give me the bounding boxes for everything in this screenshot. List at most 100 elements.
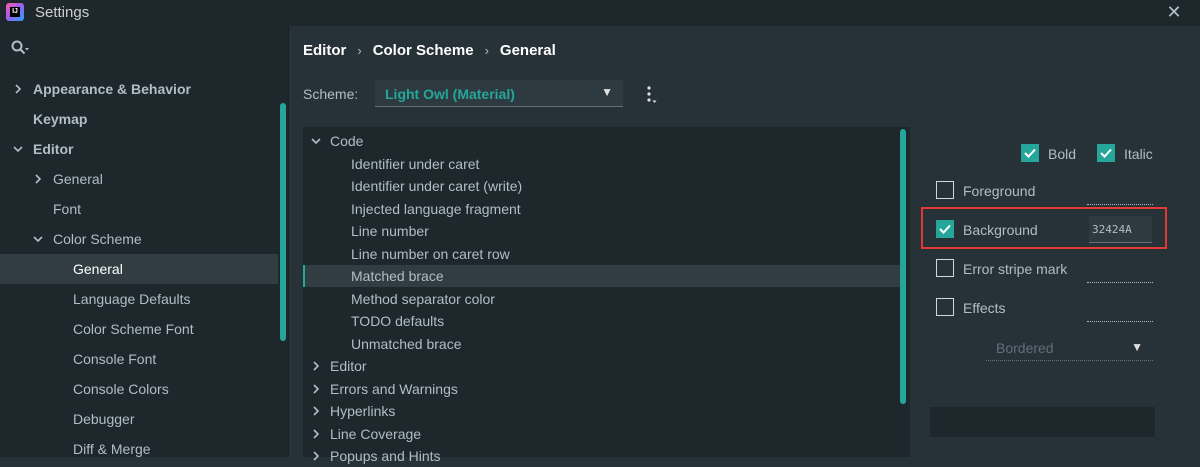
window-title: Settings [35, 4, 90, 21]
chevron-right-icon[interactable] [310, 378, 322, 400]
bold-checkbox[interactable] [1021, 144, 1039, 162]
bold-label: Bold [1048, 146, 1077, 162]
sidebar-item-label: Console Colors [73, 381, 169, 397]
option-editor[interactable]: Editor [303, 355, 900, 377]
effects-type-dropdown[interactable]: Bordered ▼ [986, 336, 1153, 361]
more-options-icon[interactable] [644, 83, 658, 105]
error-stripe-label: Error stripe mark [963, 261, 1068, 277]
foreground-color-field[interactable] [1087, 182, 1153, 205]
chevron-right-icon[interactable] [310, 445, 322, 467]
option-line-coverage[interactable]: Line Coverage [303, 423, 900, 445]
sidebar-item-debugger[interactable]: Debugger [0, 404, 278, 434]
chevron-down-icon: ▼ [601, 85, 613, 99]
option-label: Matched brace [351, 268, 444, 284]
effects-label: Effects [963, 300, 1006, 316]
option-line-number[interactable]: Line number [303, 220, 900, 242]
option-hyperlinks[interactable]: Hyperlinks [303, 400, 900, 422]
sidebar-item-general[interactable]: General [0, 164, 278, 194]
option-label: Unmatched brace [351, 335, 462, 352]
chevron-right-icon[interactable] [310, 400, 322, 422]
app-logo-text: IJ [10, 7, 20, 17]
sidebar-item-label: Language Defaults [73, 291, 191, 307]
option-errors-and-warnings[interactable]: Errors and Warnings [303, 378, 900, 400]
breadcrumb-separator-icon: › [357, 42, 362, 58]
sidebar-item-label: Appearance & Behavior [33, 81, 191, 97]
options-scrollbar[interactable] [900, 129, 906, 404]
option-label: TODO defaults [351, 313, 445, 329]
option-label: Popups and Hints [330, 448, 441, 464]
option-todo-defaults[interactable]: TODO defaults [303, 310, 900, 332]
option-identifier-under-caret[interactable]: Identifier under caret [303, 153, 900, 175]
option-label: Editor [330, 358, 367, 374]
option-label: Line number [351, 223, 429, 239]
foreground-checkbox[interactable] [936, 181, 954, 199]
app-logo-icon: IJ [6, 3, 24, 21]
sidebar-item-label: Diff & Merge [73, 441, 151, 457]
option-line-number-on-caret-row[interactable]: Line number on caret row [303, 243, 900, 265]
close-icon[interactable]: ✕ [1163, 0, 1185, 24]
sidebar-item-console-colors[interactable]: Console Colors [0, 374, 278, 404]
option-code[interactable]: Code [303, 130, 900, 152]
italic-label: Italic [1124, 146, 1153, 162]
effects-color-field[interactable] [1087, 299, 1153, 322]
sidebar-item-language-defaults[interactable]: Language Defaults [0, 284, 278, 314]
sidebar-item-label: Font [53, 201, 82, 217]
chevron-right-icon[interactable] [11, 74, 25, 104]
sidebar-item-label: Debugger [73, 411, 135, 427]
checkmark-icon [1100, 148, 1112, 158]
error-stripe-checkbox[interactable] [936, 259, 954, 277]
chevron-right-icon[interactable] [31, 164, 45, 194]
search-icon[interactable] [10, 39, 30, 59]
option-label: Line Coverage [330, 425, 422, 442]
sidebar-item-console-font[interactable]: Console Font [0, 344, 278, 374]
sidebar-item-label: General [73, 261, 123, 277]
foreground-label: Foreground [963, 183, 1036, 199]
chevron-down-icon[interactable] [31, 224, 45, 254]
sidebar-item-label: Color Scheme Font [73, 321, 194, 337]
chevron-right-icon[interactable] [310, 423, 322, 445]
highlight-annotation [921, 207, 1167, 249]
option-label: Errors and Warnings [330, 380, 458, 397]
chevron-down-icon[interactable] [11, 134, 25, 164]
chevron-down-icon[interactable] [310, 130, 322, 152]
sidebar-item-label: General [53, 171, 103, 187]
breadcrumb-item-color-scheme[interactable]: Color Scheme [373, 42, 474, 59]
sidebar-item-font[interactable]: Font [0, 194, 278, 224]
sidebar-scrollbar[interactable] [280, 103, 286, 341]
sidebar-item-label: Keymap [33, 111, 88, 127]
sidebar-item-keymap[interactable]: Keymap [0, 104, 278, 134]
option-unmatched-brace[interactable]: Unmatched brace [303, 333, 900, 355]
sidebar-item-label: Color Scheme [53, 231, 142, 247]
sidebar-item-color-scheme-font[interactable]: Color Scheme Font [0, 314, 278, 344]
option-label: Code [330, 133, 364, 149]
chevron-right-icon[interactable] [310, 355, 322, 377]
option-popups-and-hints[interactable]: Popups and Hints [303, 445, 900, 467]
sidebar-item-diff-merge[interactable]: Diff & Merge [0, 434, 278, 464]
option-label: Identifier under caret [351, 155, 480, 172]
option-matched-brace[interactable]: Matched brace [303, 265, 900, 287]
breadcrumb-item-editor[interactable]: Editor [303, 42, 346, 59]
breadcrumb: Editor › Color Scheme › General [303, 40, 556, 60]
breadcrumb-item-general: General [499, 41, 556, 59]
option-label: Identifier under caret (write) [351, 178, 523, 194]
option-identifier-under-caret-write[interactable]: Identifier under caret (write) [303, 175, 900, 197]
preview-area [930, 407, 1155, 437]
option-injected-language-fragment[interactable]: Injected language fragment [303, 198, 900, 220]
option-method-separator-color[interactable]: Method separator color [303, 288, 900, 310]
option-label: Line number on caret row [351, 245, 510, 262]
sidebar-item-general[interactable]: General [0, 254, 278, 284]
checkmark-icon [1024, 148, 1036, 158]
scheme-dropdown[interactable]: Light Owl (Material) ▼ [375, 80, 623, 107]
chevron-down-icon: ▼ [1131, 340, 1143, 354]
title-bar: IJ Settings ✕ [0, 0, 1200, 26]
sidebar-item-appearance-behavior[interactable]: Appearance & Behavior [0, 74, 278, 104]
scheme-value: Light Owl (Material) [385, 86, 515, 102]
sidebar-item-label: Console Font [73, 351, 157, 367]
error-stripe-color-field[interactable] [1087, 260, 1153, 283]
option-label: Hyperlinks [330, 403, 396, 419]
italic-checkbox[interactable] [1097, 144, 1115, 162]
effects-checkbox[interactable] [936, 298, 954, 316]
sidebar-item-color-scheme[interactable]: Color Scheme [0, 224, 278, 254]
sidebar-item-editor[interactable]: Editor [0, 134, 278, 164]
breadcrumb-separator-icon: › [484, 42, 489, 58]
